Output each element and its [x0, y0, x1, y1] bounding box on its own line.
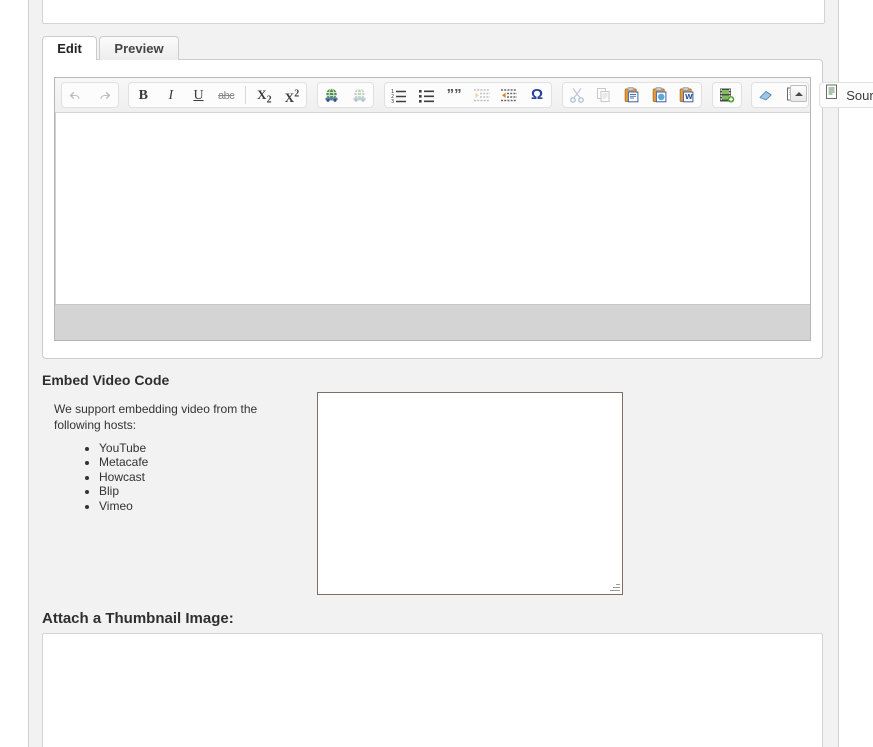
list-item: Blip — [99, 484, 148, 498]
list-item: Howcast — [99, 470, 148, 484]
svg-text:3: 3 — [391, 99, 394, 103]
tab-preview[interactable]: Preview — [99, 36, 179, 60]
tab-edit[interactable]: Edit — [42, 36, 97, 60]
subscript-icon[interactable]: X2 — [252, 83, 276, 107]
right-gutter — [838, 0, 873, 747]
underline-icon[interactable]: U — [187, 83, 211, 107]
top-field-box[interactable] — [42, 0, 825, 24]
strikethrough-icon[interactable]: abc — [214, 83, 238, 107]
paste-text-icon[interactable] — [648, 83, 672, 107]
italic-icon[interactable]: I — [159, 83, 183, 107]
attach-thumbnail-heading: Attach a Thumbnail Image: — [42, 610, 234, 627]
svg-text:W: W — [685, 93, 693, 101]
superscript-icon[interactable]: X2 — [280, 83, 304, 107]
special-character-icon[interactable]: Ω — [525, 83, 549, 107]
editor-panel: B I U abc X2 X2 1 2 3 ”” Ω W Sour — [42, 59, 873, 359]
embed-video-description: We support embedding video from the foll… — [54, 402, 258, 432]
toolbar-group-source: Source — [818, 82, 873, 108]
toolbar-group-paragraph: 1 2 3 ”” Ω — [383, 82, 552, 108]
numbered-list-icon[interactable]: 1 2 3 — [387, 83, 411, 107]
list-item: Metacafe — [99, 455, 148, 469]
source-button-label: Source — [846, 87, 873, 103]
textarea-resize-handle[interactable] — [608, 580, 621, 593]
left-gutter — [0, 0, 29, 747]
paste-icon[interactable] — [620, 83, 644, 107]
embed-video-host-list: YouTube Metacafe Howcast Blip Vimeo — [81, 441, 148, 513]
tab-edit-label: Edit — [57, 41, 82, 56]
indent-icon[interactable] — [497, 83, 521, 107]
blockquote-icon[interactable]: ”” — [442, 83, 466, 107]
source-document-icon — [824, 84, 840, 108]
page-root: Edit Preview B I U abc X2 X2 1 2 3 ”” Ω … — [0, 0, 873, 747]
outdent-icon[interactable] — [470, 83, 494, 107]
editor-tabs: Edit Preview — [42, 36, 823, 61]
editor-status-bar — [55, 304, 810, 340]
toolbar-group-clipboard: W — [561, 82, 703, 108]
tab-preview-label: Preview — [114, 41, 164, 56]
toolbar-collapse-button[interactable] — [790, 85, 807, 102]
bold-icon[interactable]: B — [131, 83, 155, 107]
content-column: Edit Preview B I U abc X2 X2 1 2 3 ”” Ω … — [29, 0, 873, 747]
media-embed-icon[interactable] — [715, 83, 739, 107]
redo-icon[interactable] — [92, 83, 116, 107]
embed-video-code-textarea[interactable] — [317, 392, 623, 595]
link-icon[interactable] — [320, 83, 344, 107]
toolbar-group-basic-styles: B I U abc X2 X2 — [128, 82, 307, 108]
copy-icon[interactable] — [592, 83, 616, 107]
unlink-icon[interactable] — [347, 83, 371, 107]
list-item: Vimeo — [99, 499, 148, 513]
source-button[interactable]: Source — [822, 83, 873, 107]
toolbar-group-links — [316, 82, 375, 108]
embed-video-heading: Embed Video Code — [42, 372, 170, 388]
toolbar-group-media — [711, 82, 742, 108]
undo-icon[interactable] — [64, 83, 88, 107]
cut-icon[interactable] — [565, 83, 589, 107]
toolbar-separator — [244, 86, 246, 104]
bulleted-list-icon[interactable] — [415, 83, 439, 107]
rich-text-editor: B I U abc X2 X2 1 2 3 ”” Ω W Sour — [54, 77, 873, 341]
remove-format-icon[interactable] — [754, 83, 778, 107]
editor-toolbar: B I U abc X2 X2 1 2 3 ”” Ω W Sour — [55, 78, 873, 113]
attach-thumbnail-panel[interactable] — [42, 633, 823, 747]
list-item: YouTube — [99, 441, 148, 455]
toolbar-group-history — [61, 82, 119, 108]
editor-content-area[interactable] — [55, 113, 810, 305]
paste-from-word-icon[interactable]: W — [675, 83, 699, 107]
